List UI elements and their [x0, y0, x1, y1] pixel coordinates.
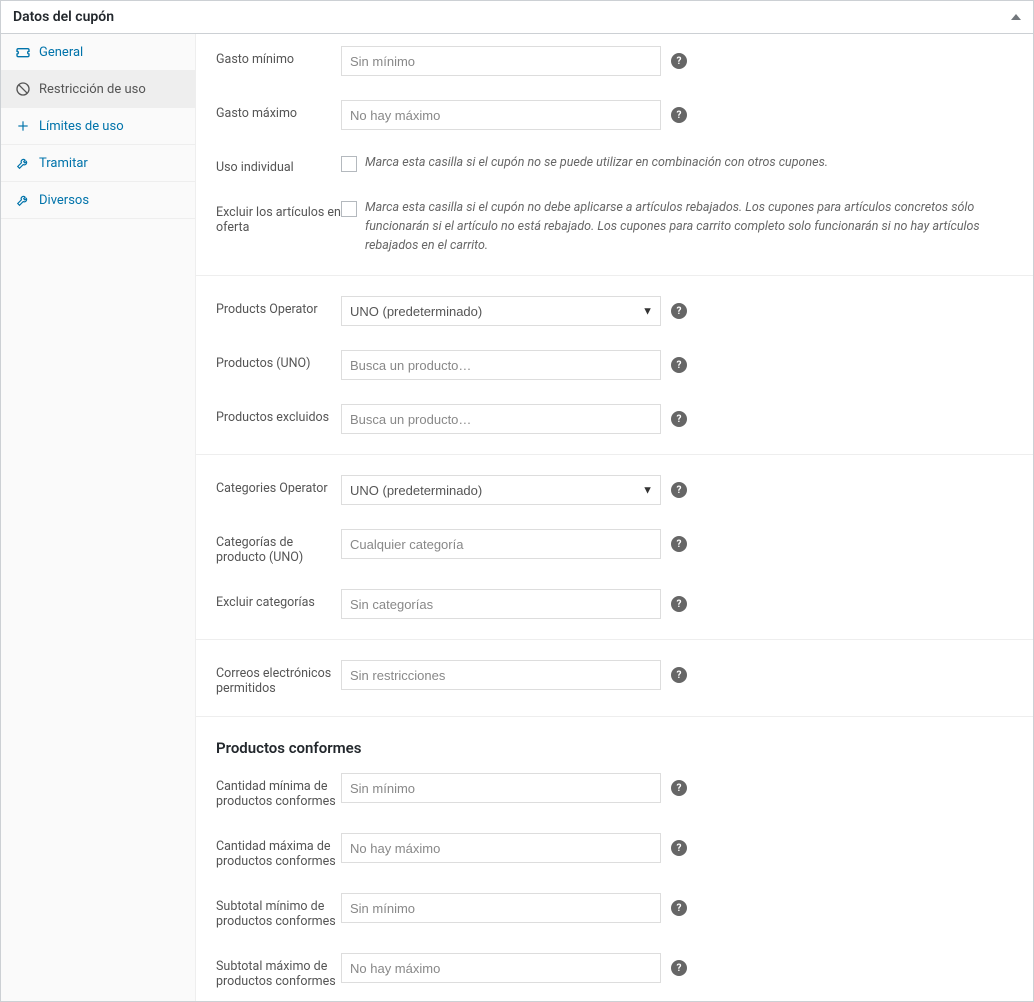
ban-icon — [15, 81, 31, 97]
ticket-icon — [15, 44, 31, 60]
panel-title: Datos del cupón — [13, 9, 114, 25]
field-max-qty: Cantidad máxima de productos conformes ? — [196, 821, 1033, 881]
field-excluded-products: Productos excluidos ? — [196, 392, 1033, 446]
label-max-qty: Cantidad máxima de productos conformes — [216, 833, 341, 869]
help-icon[interactable]: ? — [671, 53, 687, 69]
sidebar-item-label: Restricción de uso — [39, 82, 146, 97]
content-area: Gasto mínimo ? Gasto máximo ? Uso indivi… — [196, 34, 1033, 1001]
input-emails[interactable] — [341, 660, 661, 690]
sidebar-item-label: Tramitar — [39, 156, 88, 171]
label-exclude-categories: Excluir categorías — [216, 589, 341, 610]
help-icon[interactable]: ? — [671, 667, 687, 683]
collapse-toggle-icon[interactable] — [1011, 14, 1021, 20]
help-icon[interactable]: ? — [671, 780, 687, 796]
sidebar-item-label: General — [39, 45, 83, 60]
input-min-qty[interactable] — [341, 773, 661, 803]
panel-body: General Restricción de uso Límites de us… — [1, 34, 1033, 1001]
plus-icon — [15, 118, 31, 134]
label-max-spend: Gasto máximo — [216, 100, 341, 121]
sidebar-item-label: Límites de uso — [39, 119, 124, 134]
select-products-operator[interactable]: UNO (predeterminado) — [341, 296, 661, 326]
label-max-subtotal: Subtotal máximo de productos conformes — [216, 953, 341, 989]
field-products-operator: Products Operator UNO (predeterminado) ▼… — [196, 284, 1033, 338]
input-min-spend[interactable] — [341, 46, 661, 76]
select-categories-operator[interactable]: UNO (predeterminado) — [341, 475, 661, 505]
desc-exclude-sale: Marca esta casilla si el cupón no debe a… — [365, 199, 1005, 255]
sidebar-item-label: Diversos — [39, 193, 89, 208]
label-min-subtotal: Subtotal mínimo de productos conformes — [216, 893, 341, 929]
field-min-qty: Cantidad mínima de productos conformes ? — [196, 761, 1033, 821]
label-min-spend: Gasto mínimo — [216, 46, 341, 67]
sidebar: General Restricción de uso Límites de us… — [1, 34, 196, 1001]
field-exclude-categories: Excluir categorías ? — [196, 577, 1033, 631]
label-min-qty: Cantidad mínima de productos conformes — [216, 773, 341, 809]
desc-individual: Marca esta casilla si el cupón no se pue… — [365, 154, 828, 173]
label-excluded-products: Productos excluidos — [216, 404, 341, 425]
checkbox-individual[interactable] — [341, 156, 357, 172]
label-products: Productos (UNO) — [216, 350, 341, 371]
input-max-qty[interactable] — [341, 833, 661, 863]
help-icon[interactable]: ? — [671, 357, 687, 373]
checkbox-exclude-sale[interactable] — [341, 201, 357, 217]
sidebar-item-tramitar[interactable]: Tramitar — [1, 145, 195, 182]
field-categories-operator: Categories Operator UNO (predeterminado)… — [196, 463, 1033, 517]
sidebar-item-general[interactable]: General — [1, 34, 195, 71]
help-icon[interactable]: ? — [671, 482, 687, 498]
help-icon[interactable]: ? — [671, 411, 687, 427]
sidebar-item-usage-limits[interactable]: Límites de uso — [1, 108, 195, 145]
input-exclude-categories[interactable] — [341, 589, 661, 619]
coupon-data-panel: Datos del cupón General Restricción de u… — [0, 0, 1034, 1002]
field-min-subtotal: Subtotal mínimo de productos conformes ? — [196, 881, 1033, 941]
label-exclude-sale: Excluir los artículos en oferta — [216, 199, 341, 235]
field-max-subtotal: Subtotal máximo de productos conformes ? — [196, 941, 1033, 1001]
field-products: Productos (UNO) ? — [196, 338, 1033, 392]
label-emails: Correos electrónicos permitidos — [216, 660, 341, 696]
help-icon[interactable]: ? — [671, 303, 687, 319]
field-individual-use: Uso individual Marca esta casilla si el … — [196, 142, 1033, 187]
wrench-icon — [15, 155, 31, 171]
help-icon[interactable]: ? — [671, 900, 687, 916]
field-max-spend: Gasto máximo ? — [196, 88, 1033, 142]
section-heading-conforming-products: Productos conformes — [196, 725, 1033, 761]
field-emails: Correos electrónicos permitidos ? — [196, 648, 1033, 708]
field-categories: Categorías de producto (UNO) ? — [196, 517, 1033, 577]
label-categories: Categorías de producto (UNO) — [216, 529, 341, 565]
help-icon[interactable]: ? — [671, 840, 687, 856]
help-icon[interactable]: ? — [671, 596, 687, 612]
field-exclude-sale: Excluir los artículos en oferta Marca es… — [196, 187, 1033, 267]
panel-header: Datos del cupón — [1, 1, 1033, 34]
help-icon[interactable]: ? — [671, 107, 687, 123]
help-icon[interactable]: ? — [671, 960, 687, 976]
field-min-spend: Gasto mínimo ? — [196, 34, 1033, 88]
input-min-subtotal[interactable] — [341, 893, 661, 923]
input-excluded-products[interactable] — [341, 404, 661, 434]
sidebar-item-diversos[interactable]: Diversos — [1, 182, 195, 219]
input-max-subtotal[interactable] — [341, 953, 661, 983]
sidebar-item-usage-restriction[interactable]: Restricción de uso — [1, 71, 195, 108]
input-max-spend[interactable] — [341, 100, 661, 130]
label-products-operator: Products Operator — [216, 296, 341, 317]
label-individual: Uso individual — [216, 154, 341, 175]
wrench-icon — [15, 192, 31, 208]
input-products[interactable] — [341, 350, 661, 380]
help-icon[interactable]: ? — [671, 536, 687, 552]
label-categories-operator: Categories Operator — [216, 475, 341, 496]
input-categories[interactable] — [341, 529, 661, 559]
